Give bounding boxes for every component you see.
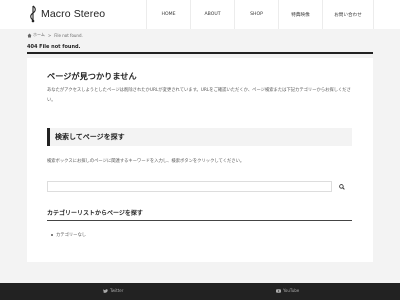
site-footer: Twitter YouTube: [0, 283, 400, 300]
breadcrumb-separator: >: [47, 32, 52, 38]
footer-youtube-link[interactable]: YouTube: [276, 288, 299, 293]
nav-item-contact[interactable]: お問い合わせ: [322, 0, 374, 29]
bullet-icon: [51, 234, 53, 236]
search-button[interactable]: [332, 181, 352, 192]
home-icon: [27, 33, 32, 37]
twitter-icon: [103, 288, 108, 293]
site-logo[interactable]: Macro Stereo: [27, 5, 105, 23]
search-instructions: 検索ボックスにお探しのページに関連するキーワードを入力し、検索ボタンをクリックし…: [47, 159, 245, 164]
footer-twitter-link[interactable]: Twitter: [103, 288, 123, 293]
footer-youtube-label: YouTube: [283, 288, 300, 293]
breadcrumb-home[interactable]: ホーム: [33, 32, 45, 38]
footer-twitter-label: Twitter: [110, 288, 124, 293]
page-title: 404 File not found.: [27, 44, 81, 50]
breadcrumb: ホーム > File not found.: [27, 32, 83, 38]
main-nav: HOME ABOUT SHOP 特典映像 お問い合わせ: [146, 0, 374, 29]
nav-item-about[interactable]: ABOUT: [190, 0, 234, 29]
not-found-description: あなたがアクセスしようとしたページは削除されたかURLが変更されています。URL…: [47, 88, 351, 103]
title-underline: [27, 52, 373, 54]
youtube-icon: [276, 288, 281, 293]
not-found-heading: ページが見つかりません: [47, 71, 137, 81]
site-title: Macro Stereo: [41, 8, 106, 20]
category-heading-underline: [47, 220, 352, 221]
nav-item-home[interactable]: HOME: [146, 0, 190, 29]
site-header: Macro Stereo HOME ABOUT SHOP 特典映像 お問い合わせ: [0, 0, 400, 29]
nav-item-shop[interactable]: SHOP: [234, 0, 278, 29]
logo-mark-icon: [30, 5, 36, 23]
list-item[interactable]: カテゴリーなし: [51, 232, 86, 238]
breadcrumb-current: File not found.: [54, 32, 83, 38]
category-item-label: カテゴリーなし: [56, 233, 87, 238]
content-card: ページが見つかりません あなたがアクセスしようとしたページは削除されたかURLが…: [27, 58, 373, 262]
nav-item-bonus-video[interactable]: 特典映像: [278, 0, 322, 29]
search-section-heading: 検索してページを探す: [55, 133, 125, 141]
search-section-heading-box: 検索してページを探す: [47, 128, 352, 146]
search-input[interactable]: [47, 181, 332, 192]
category-section-heading: カテゴリーリストからページを探す: [47, 210, 143, 217]
search-icon: [339, 183, 345, 190]
